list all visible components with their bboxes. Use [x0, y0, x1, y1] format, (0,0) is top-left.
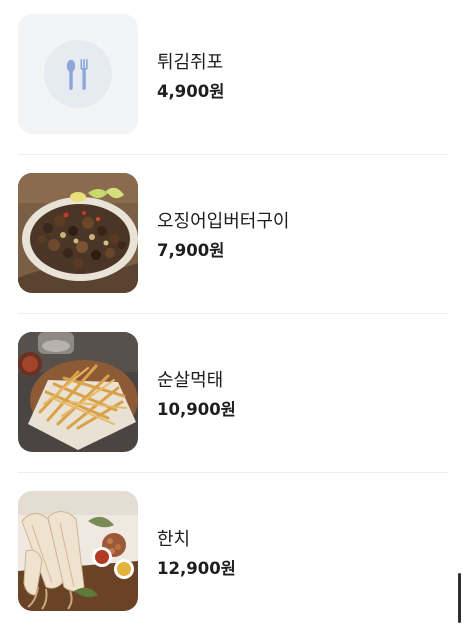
menu-item-price: 12,900원 — [157, 559, 236, 578]
menu-item-name: 오징어입버터구이 — [157, 211, 290, 232]
divider — [18, 154, 448, 155]
menu-item-ojingeo-ip-butter-gui[interactable]: 오징어입버터구이 7,900원 — [18, 173, 448, 293]
menu-item-name: 순살먹태 — [157, 370, 224, 391]
dried-squid-platter-photo — [18, 491, 138, 611]
utensils-icon — [44, 40, 112, 108]
divider — [18, 313, 448, 314]
menu-item-name: 튀김쥐포 — [157, 52, 224, 73]
menu-item-twigim-jwipo[interactable]: 튀김쥐포 4,900원 — [18, 14, 448, 134]
divider — [18, 472, 448, 473]
menu-item-placeholder-image — [18, 14, 138, 134]
scrollbar[interactable] — [458, 573, 461, 623]
menu-item-sunsal-meoktae[interactable]: 순살먹태 10,900원 — [18, 332, 448, 452]
menu-item-price: 7,900원 — [157, 241, 225, 260]
shredded-dried-pollack-photo — [18, 332, 138, 452]
menu-item-price: 4,900원 — [157, 82, 225, 101]
menu-item-hanchi[interactable]: 한치 12,900원 — [18, 491, 448, 611]
squid-mouth-butter-grill-photo — [18, 173, 138, 293]
menu-item-name: 한치 — [157, 529, 191, 550]
menu-item-price: 10,900원 — [157, 400, 236, 419]
